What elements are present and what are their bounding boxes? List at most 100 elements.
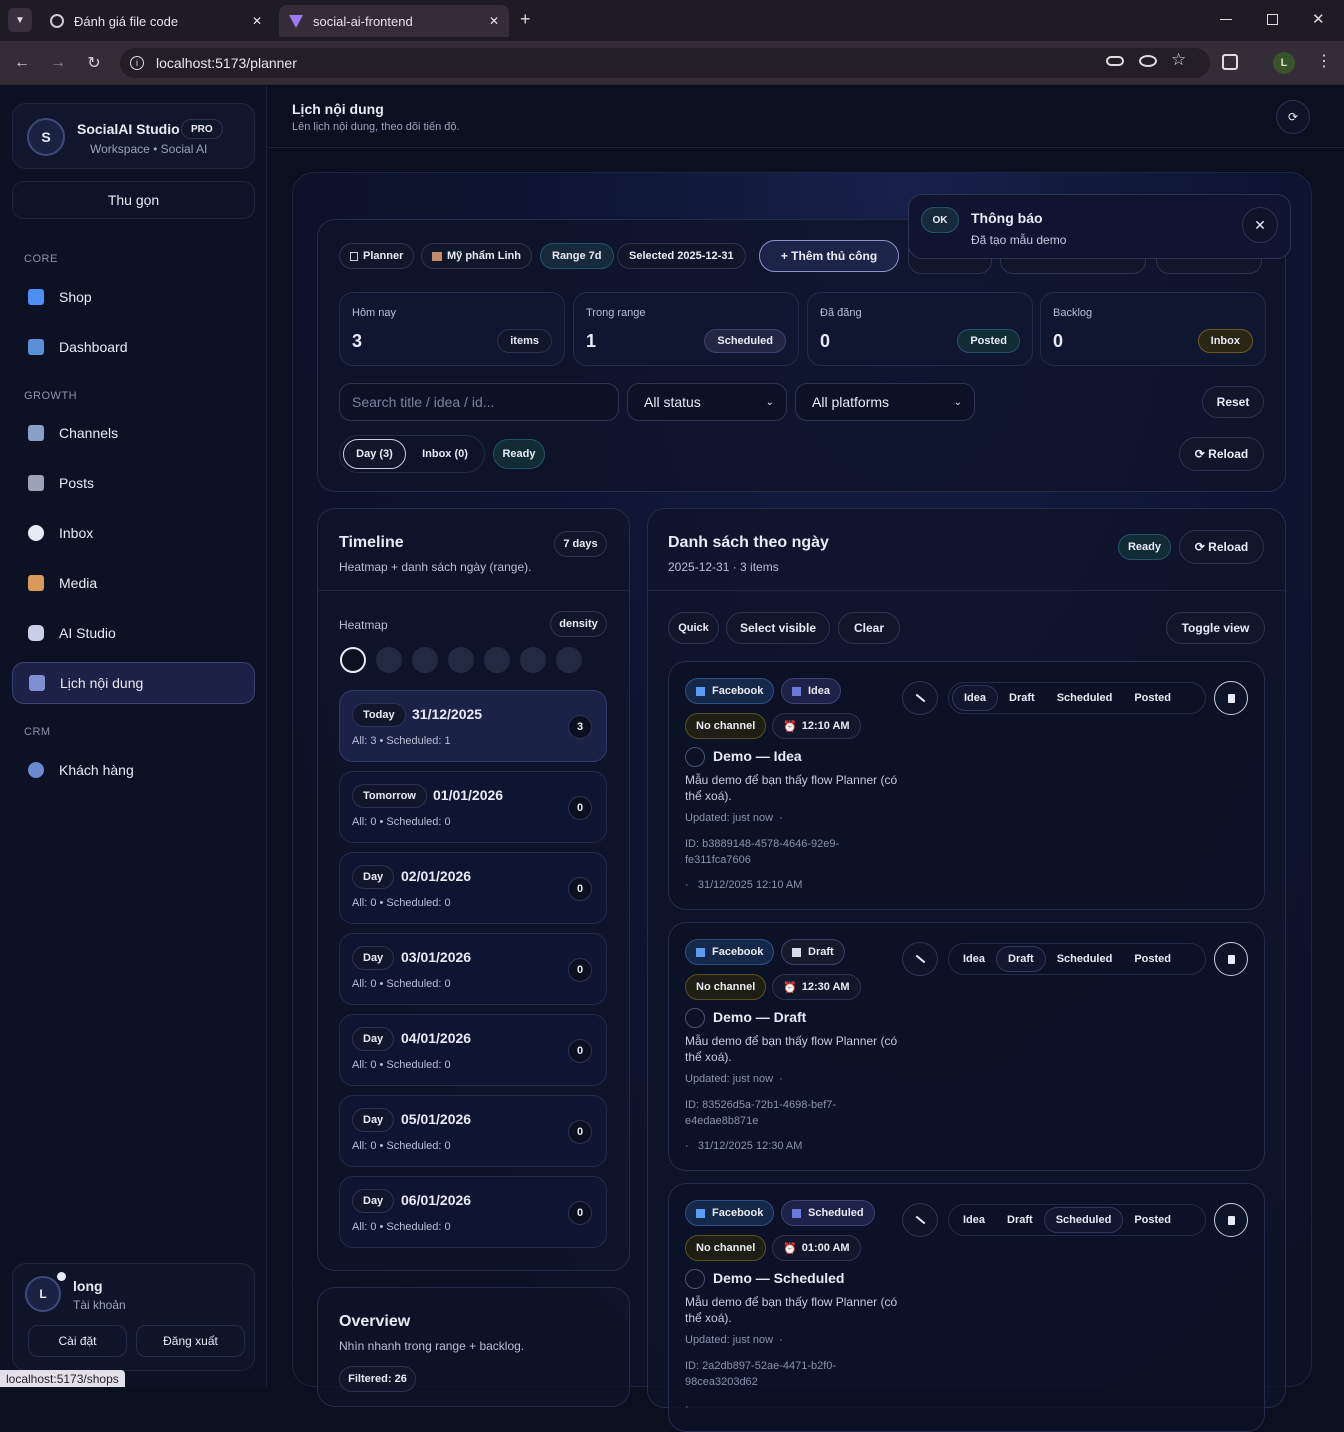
user-avatar[interactable]: L [25,1276,61,1312]
heatmap-cell[interactable] [484,647,510,673]
close-tab-icon[interactable]: ✕ [489,14,499,28]
refresh-button[interactable]: ⟳ [1276,100,1310,134]
settings-button[interactable]: Cài đặt [28,1325,127,1357]
day-summary: All: 0 • Scheduled: 0 [352,1059,451,1071]
tab-list-dropdown[interactable]: ▼ [8,8,32,32]
edit-button[interactable] [902,942,938,976]
status-segment-scheduled[interactable]: Scheduled [1046,685,1124,711]
add-manual-button[interactable]: + Thêm thủ công [759,240,899,272]
eye-icon[interactable] [1139,55,1157,67]
status-segment-scheduled[interactable]: Scheduled [1043,1207,1124,1233]
sidebar-item-shop[interactable]: Shop [12,276,255,318]
post-card[interactable]: Facebook Idea No channel ⏰ 12:10 AM Demo — Id… [668,661,1265,910]
close-tab-icon[interactable]: ✕ [252,14,262,28]
delete-button[interactable] [1214,942,1248,976]
extensions-icon[interactable] [1222,54,1238,70]
sidebar-item-media[interactable]: Media [12,562,255,604]
stat-backlog: Backlog 0 Inbox [1040,292,1266,366]
heatmap-cell[interactable] [520,647,546,673]
sidebar-item-ai-studio[interactable]: AI Studio [12,612,255,654]
clear-button[interactable]: Clear [838,612,900,644]
heatmap-cell[interactable] [340,647,366,673]
select-visible-button[interactable]: Select visible [726,612,830,644]
quick-button[interactable]: Quick [668,612,719,644]
post-card[interactable]: Facebook Draft No channel ⏰ 12:30 AM Demo — D… [668,922,1265,1171]
day-card[interactable]: Day 02/01/2026 All: 0 • Scheduled: 0 0 [339,852,607,924]
day-summary: All: 0 • Scheduled: 0 [352,816,451,828]
post-title: Demo — Scheduled [713,1270,845,1286]
heatmap-cell[interactable] [412,647,438,673]
maximize-icon[interactable] [1267,14,1278,25]
heatmap-cell[interactable] [376,647,402,673]
status-segment-draft[interactable]: Draft [996,1207,1044,1233]
stat-label: Backlog [1053,307,1093,319]
platform-select[interactable]: All platforms ⌄ [795,383,975,421]
status-segment-idea[interactable]: Idea [952,685,999,711]
new-tab-icon[interactable]: + [520,9,531,30]
status-segment-posted[interactable]: Posted [1123,685,1182,711]
close-window-icon[interactable]: ✕ [1312,10,1325,28]
status-segment-draft[interactable]: Draft [996,946,1046,972]
edit-button[interactable] [902,681,938,715]
minimize-icon[interactable] [1220,19,1232,20]
profile-avatar[interactable]: L [1273,52,1295,74]
day-card[interactable]: Tomorrow 01/01/2026 All: 0 • Scheduled: … [339,771,607,843]
edit-button[interactable] [902,1203,938,1237]
sidebar-item-inbox[interactable]: Inbox [12,512,255,554]
day-card[interactable]: Today 31/12/2025 All: 3 • Scheduled: 1 3 [339,690,607,762]
day-card[interactable]: Day 04/01/2026 All: 0 • Scheduled: 0 0 [339,1014,607,1086]
day-date: 03/01/2026 [401,949,472,965]
browser-tab-1[interactable]: Đánh giá file code ✕ [40,5,272,37]
day-tag: Today [352,703,406,727]
reload-button[interactable]: ⟳ Reload [1179,530,1264,564]
search-input[interactable]: Search title / idea / id... [339,383,619,421]
sidebar-item-channels[interactable]: Channels [12,412,255,454]
status-segment-idea[interactable]: Idea [952,946,996,972]
tab-inbox[interactable]: Inbox (0) [411,439,479,469]
select-checkbox[interactable] [685,1008,705,1028]
post-title: Demo — Draft [713,1009,807,1025]
day-card[interactable]: Day 05/01/2026 All: 0 • Scheduled: 0 0 [339,1095,607,1167]
forward-icon[interactable]: → [46,51,70,75]
day-card[interactable]: Day 06/01/2026 All: 0 • Scheduled: 0 0 [339,1176,607,1248]
sidebar-item-dashboard[interactable]: Dashboard [12,326,255,368]
status-segment-draft[interactable]: Draft [998,685,1046,711]
chip-range[interactable]: Range 7d [540,243,614,269]
password-key-icon[interactable] [1106,56,1124,66]
toggle-view-button[interactable]: Toggle view [1166,612,1265,644]
day-card[interactable]: Day 03/01/2026 All: 0 • Scheduled: 0 0 [339,933,607,1005]
toast-close-button[interactable]: ✕ [1242,207,1278,243]
calendar-icon [29,675,45,691]
brand-card[interactable]: S SocialAI Studio PRO Workspace • Social… [12,103,255,169]
tab-day[interactable]: Day (3) [343,439,406,469]
select-checkbox[interactable] [685,747,705,767]
users-icon [28,762,44,778]
status-label: Scheduled [808,1207,864,1219]
reload-button[interactable]: ⟳ Reload [1179,437,1264,471]
browser-menu-icon[interactable]: ⋮ [1316,51,1332,71]
reload-icon[interactable]: ↻ [82,51,106,75]
delete-button[interactable] [1214,681,1248,715]
url-field[interactable]: i localhost:5173/planner [120,48,1210,78]
bookmark-star-icon[interactable]: ☆ [1171,50,1186,70]
sidebar-item-posts[interactable]: Posts [12,462,255,504]
status-select[interactable]: All status ⌄ [627,383,787,421]
sidebar-item-planner[interactable]: Lịch nội dung [12,662,255,704]
select-checkbox[interactable] [685,1269,705,1289]
heatmap-cell[interactable] [448,647,474,673]
search-placeholder: Search title / idea / id... [352,394,495,410]
status-segment-posted[interactable]: Posted [1123,1207,1182,1233]
site-info-icon[interactable]: i [130,56,144,70]
back-icon[interactable]: ← [10,51,34,75]
status-segment-idea[interactable]: Idea [952,1207,996,1233]
collapse-sidebar-button[interactable]: Thu gọn [12,181,255,219]
post-card[interactable]: Facebook Scheduled No channel ⏰ 01:00 AM Demo… [668,1183,1265,1432]
status-segment-scheduled[interactable]: Scheduled [1046,946,1124,972]
reset-button[interactable]: Reset [1202,386,1264,418]
heatmap-cell[interactable] [556,647,582,673]
delete-button[interactable] [1214,1203,1248,1237]
logout-button[interactable]: Đăng xuất [136,1325,245,1357]
status-segment-posted[interactable]: Posted [1123,946,1182,972]
sidebar-item-customers[interactable]: Khách hàng [12,749,255,791]
browser-tab-2[interactable]: social-ai-frontend ✕ [279,5,509,37]
